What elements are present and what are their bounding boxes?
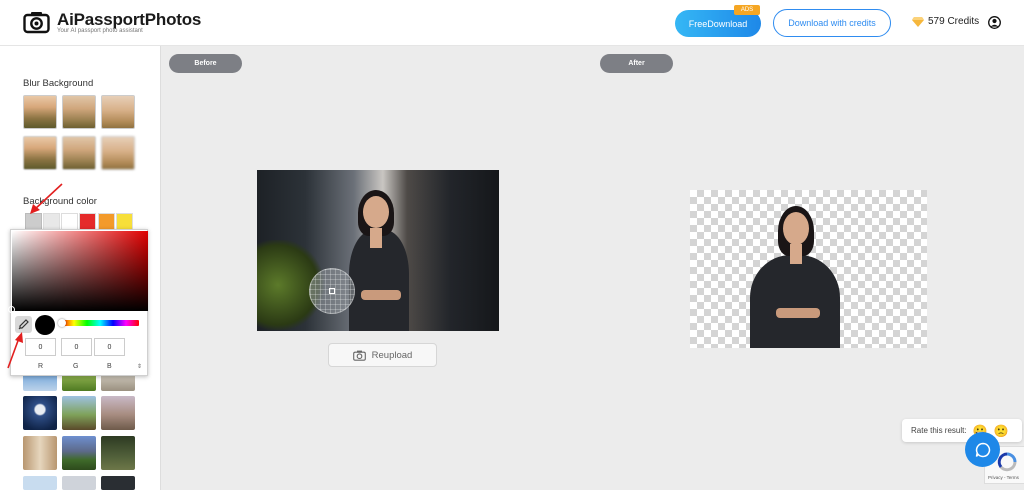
ads-badge: ADS [734,5,760,15]
r-label: R [38,363,44,370]
cutout-face [783,212,809,245]
person-neck [370,228,382,248]
bg-image-8[interactable] [62,436,96,470]
color-preview [35,315,55,335]
blur-background-title: Blur Background [23,78,94,89]
bg-image-7[interactable] [23,436,57,470]
cutout-hands [776,308,820,318]
r-input[interactable] [25,338,56,356]
blur-option-1[interactable] [23,95,57,129]
result-photo[interactable] [690,190,927,348]
rate-label: Rate this result: [911,426,967,435]
rate-result-widget: Rate this result: 😀 🙁 [902,419,1022,442]
cutout-body [750,255,840,348]
camera-icon [352,350,366,361]
cutout-neck [790,244,802,264]
swatch-yellow[interactable] [116,213,133,230]
annotation-arrow-icon [7,332,23,369]
original-photo[interactable] [257,170,499,331]
bg-image-4[interactable] [23,396,57,430]
sad-face-icon[interactable]: 🙁 [994,425,1009,437]
credits-display[interactable]: 579 Credits [912,16,979,27]
app-title[interactable]: AiPassportPhotos [57,10,201,30]
swatch-orange[interactable] [98,213,115,230]
reupload-button[interactable]: Reupload [328,343,437,367]
color-picker-popup: R G B ⇕ [8,229,148,376]
blur-option-5[interactable] [62,136,96,170]
chat-bubble-icon [975,442,990,457]
blur-option-3[interactable] [101,95,135,129]
g-input[interactable] [61,338,92,356]
recaptcha-text[interactable]: Privacy - Terms [988,475,1019,480]
camera-logo-icon[interactable] [23,10,50,34]
bg-image-10[interactable] [23,476,57,490]
blur-option-4[interactable] [23,136,57,170]
magnifier-center [329,288,335,294]
swatch-red[interactable] [79,213,96,230]
saturation-handle[interactable] [8,306,15,313]
person-face [363,196,389,228]
top-header: AiPassportPhotos Your AI passport photo … [0,0,1024,46]
after-label: After [600,54,673,73]
bg-image-9[interactable] [101,436,135,470]
reupload-label: Reupload [371,349,413,361]
before-label: Before [169,54,242,73]
chat-support-button[interactable] [965,432,1000,467]
hue-slider[interactable] [61,320,139,326]
saturation-area[interactable] [12,231,148,311]
blur-option-2[interactable] [62,95,96,129]
recaptcha-icon [997,452,1017,472]
bg-image-11[interactable] [62,476,96,490]
person-hands [361,290,401,300]
app-subtitle: Your AI passport photo assistant [57,28,143,34]
bg-image-5[interactable] [62,396,96,430]
user-account-icon[interactable] [988,16,1001,29]
annotation-arrow-icon [30,183,63,214]
b-label: B [107,363,112,370]
b-input[interactable] [94,338,125,356]
g-label: G [73,363,79,370]
hue-slider-handle[interactable] [58,319,66,327]
eyedropper-icon [18,319,29,330]
bg-image-12[interactable] [101,476,135,490]
credits-text: 579 Credits [928,16,980,27]
bg-image-6[interactable] [101,396,135,430]
color-mode-toggle[interactable]: ⇕ [137,363,142,370]
diamond-icon [912,16,924,27]
blur-option-6[interactable] [101,136,135,170]
download-with-credits-button[interactable]: Download with credits [773,9,891,37]
